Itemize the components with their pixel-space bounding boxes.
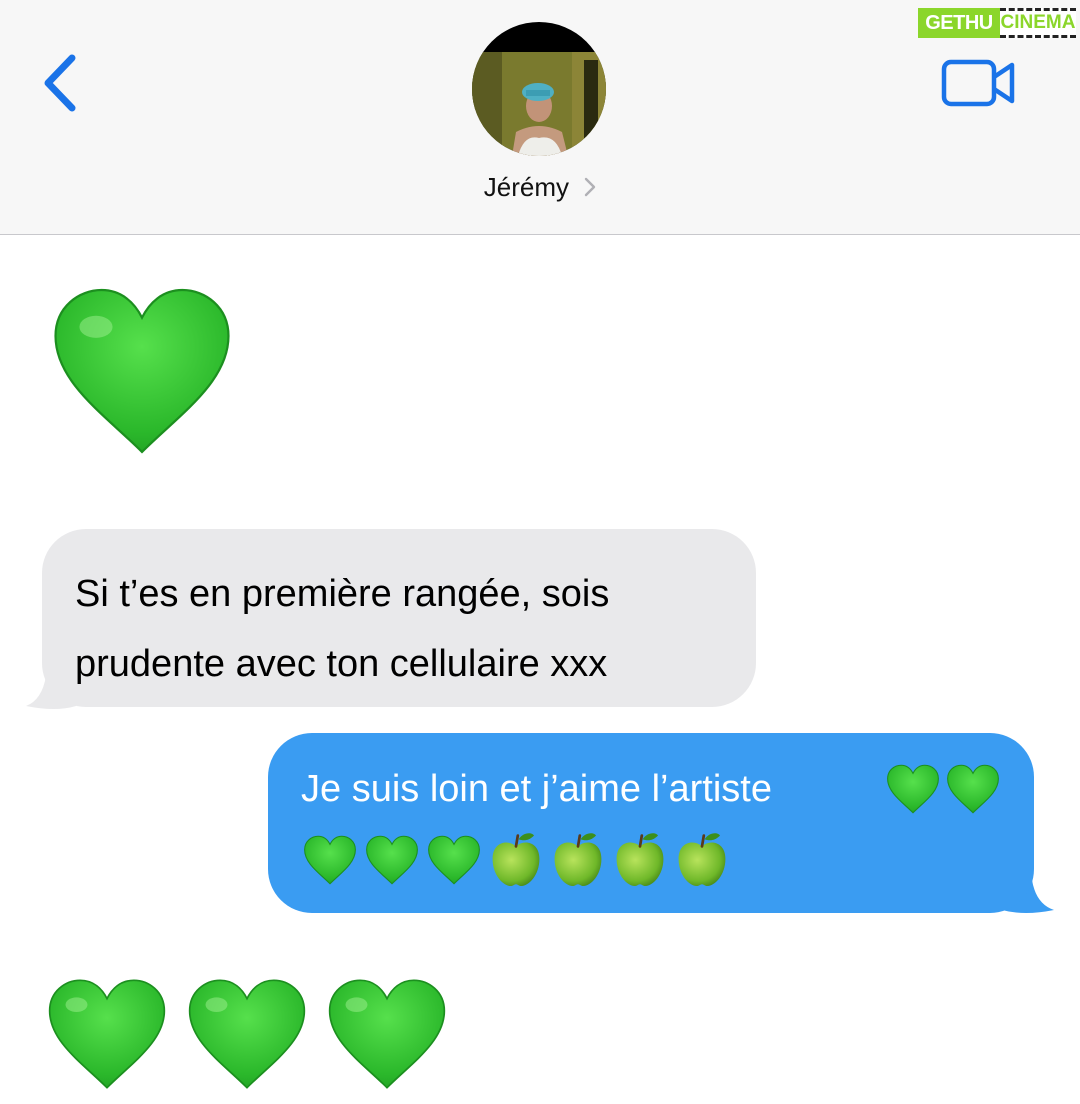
video-camera-icon xyxy=(941,59,1015,107)
green-apple-icon xyxy=(492,833,540,886)
green-heart-icon xyxy=(947,764,999,814)
back-button[interactable] xyxy=(36,50,86,116)
green-apple-icon xyxy=(616,833,664,886)
green-apple-icon xyxy=(554,833,602,886)
green-heart-icon xyxy=(304,835,356,885)
green-heart-icon xyxy=(887,764,939,814)
outgoing-message-text: Je suis loin et j’aime l’artiste xyxy=(301,768,772,810)
messages-screen: Jérémy GETHU CINEMA Si t’es en première … xyxy=(0,0,1080,1104)
chevron-right-icon xyxy=(585,177,596,197)
green-heart-icon xyxy=(366,835,418,885)
incoming-message-line-1: Si t’es en première rangée, sois xyxy=(75,573,610,615)
message-emoji-heart xyxy=(54,288,230,454)
watermark-right: CINEMA xyxy=(1000,8,1076,38)
watermark-left: GETHU xyxy=(918,8,1000,38)
video-call-button[interactable] xyxy=(940,58,1020,110)
contact-name-button[interactable]: Jérémy xyxy=(0,172,1080,203)
incoming-message-text: Si t’es en première rangée, sois prudent… xyxy=(75,559,745,699)
watermark-logo: GETHU CINEMA xyxy=(918,4,1078,42)
incoming-message-line-2: prudente avec ton cellulaire xxx xyxy=(75,643,608,685)
contact-avatar[interactable] xyxy=(472,22,606,156)
chevron-left-icon xyxy=(44,54,76,112)
avatar-photo xyxy=(472,22,606,156)
contact-name: Jérémy xyxy=(483,172,569,202)
green-heart-icon xyxy=(188,979,306,1089)
green-heart-icon xyxy=(328,979,446,1089)
green-heart-icon xyxy=(48,979,166,1089)
green-apple-icon xyxy=(678,833,726,886)
green-heart-icon xyxy=(428,835,480,885)
conversation-header: Jérémy GETHU CINEMA xyxy=(0,0,1080,235)
